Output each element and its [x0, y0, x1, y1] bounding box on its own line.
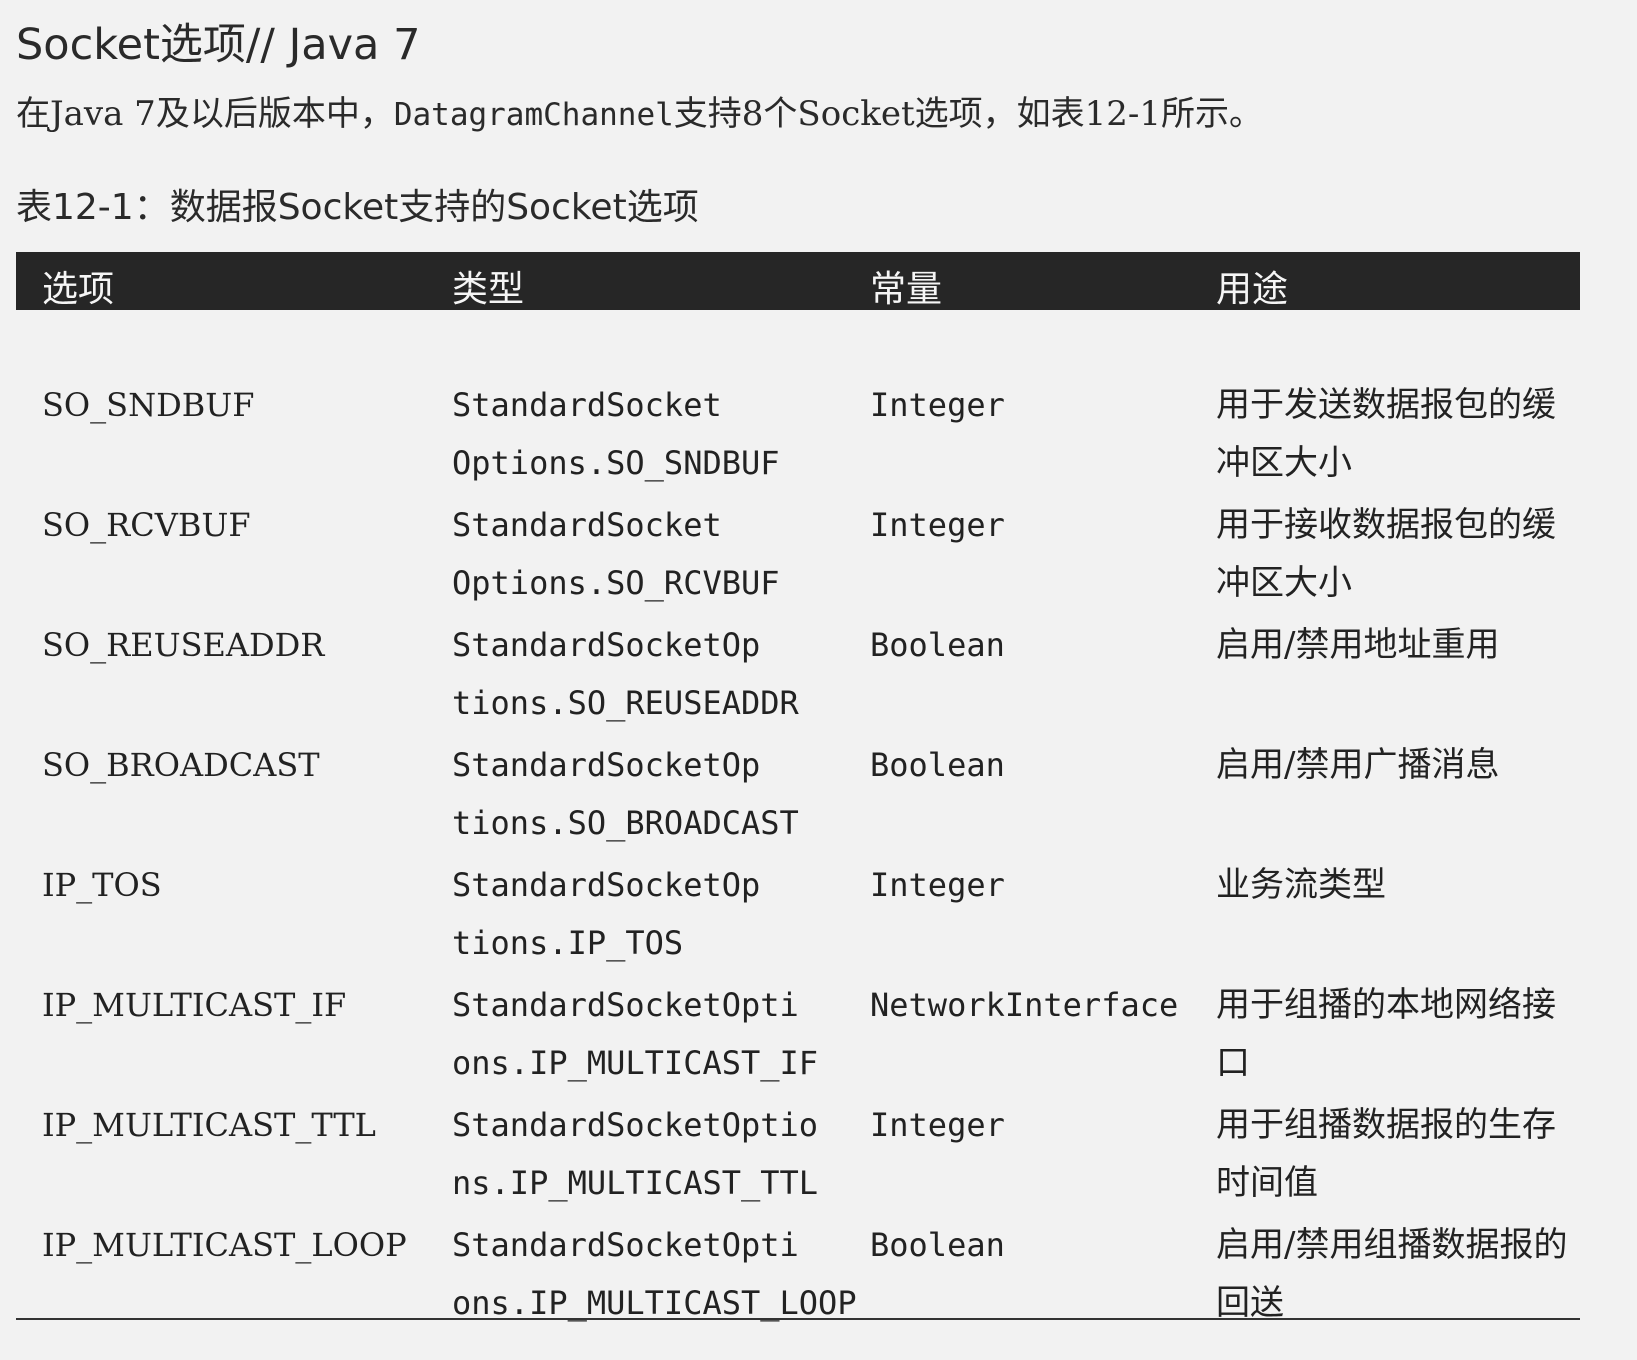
cell-option: SO_SNDBUF [42, 386, 255, 424]
cell-usage: 启用/禁用地址重用 [1216, 625, 1500, 665]
cell-type: StandardSocketOp tions.IP_TOS [452, 866, 761, 962]
cell-usage: 用于组播的本地网络接口 [1216, 985, 1556, 1083]
cell-constant: Boolean [870, 626, 1005, 664]
cell-type: StandardSocket Options.SO_SNDBUF [452, 386, 780, 482]
table-row: IP_MULTICAST_TTL StandardSocketOptio ns.I… [16, 1096, 1580, 1221]
cell-option: IP_MULTICAST_LOOP [42, 1226, 407, 1264]
section-heading: Socket选项// Java 7 [16, 20, 421, 70]
socket-options-table: 选项 类型 常量 用途 SO_SNDBUF StandardSocket Opti… [16, 252, 1580, 1323]
cell-usage: 用于发送数据报包的缓冲区大小 [1216, 385, 1556, 483]
cell-constant: Integer [870, 386, 1005, 424]
table-bottom-rule [16, 1318, 1580, 1320]
cell-option: SO_REUSEADDR [42, 626, 325, 664]
table-row: IP_MULTICAST_IF StandardSocketOpti ons.IP… [16, 976, 1580, 1101]
cell-option: SO_RCVBUF [42, 506, 251, 544]
cell-type: StandardSocketOpti ons.IP_MULTICAST_IF [452, 986, 819, 1082]
cell-type: StandardSocket Options.SO_RCVBUF [452, 506, 780, 602]
intro-text-after: 支持8个Socket选项，如表12-1所示。 [673, 94, 1264, 134]
table-row: IP_MULTICAST_LOOP StandardSocketOpti ons.… [16, 1216, 1580, 1341]
table-header: 选项 类型 常量 用途 [16, 252, 1580, 310]
table-row: IP_TOS StandardSocketOp tions.IP_TOS Inte… [16, 856, 1580, 981]
cell-constant: Boolean [870, 1226, 1005, 1264]
cell-option: SO_BROADCAST [42, 746, 320, 784]
cell-usage: 用于组播数据报的生存时间值 [1216, 1105, 1556, 1203]
table-row: SO_SNDBUF StandardSocket Options.SO_SNDBU… [16, 376, 1580, 501]
cell-constant: Boolean [870, 746, 1005, 784]
table-row: SO_REUSEADDR StandardSocketOp tions.SO_RE… [16, 616, 1580, 741]
cell-usage: 业务流类型 [1216, 865, 1386, 905]
intro-text-before: 在Java 7及以后版本中， [16, 94, 394, 134]
cell-option: IP_MULTICAST_TTL [42, 1106, 376, 1144]
cell-usage: 启用/禁用组播数据报的回送 [1216, 1225, 1568, 1323]
cell-type: StandardSocketOpti ons.IP_MULTICAST_LOOP [452, 1226, 857, 1322]
table-row: SO_BROADCAST StandardSocketOp tions.SO_BR… [16, 736, 1580, 861]
book-page: Socket选项// Java 7 在Java 7及以后版本中，Datagram… [0, 0, 1637, 1360]
intro-code: DatagramChannel [393, 97, 674, 133]
cell-constant: Integer [870, 1106, 1005, 1144]
cell-constant: NetworkInterface [870, 986, 1179, 1024]
table-caption: 表12-1：数据报Socket支持的Socket选项 [16, 187, 699, 228]
header-constant: 常量 [870, 269, 943, 310]
cell-constant: Integer [870, 506, 1005, 544]
cell-type: StandardSocketOp tions.SO_BROADCAST [452, 746, 799, 842]
cell-usage: 用于接收数据报包的缓冲区大小 [1216, 505, 1556, 603]
cell-constant: Integer [870, 866, 1005, 904]
intro-paragraph: 在Java 7及以后版本中，DatagramChannel支持8个Socket选… [16, 86, 1263, 135]
header-type: 类型 [452, 269, 525, 310]
cell-type: StandardSocketOp tions.SO_REUSEADDR [452, 626, 799, 722]
table-row: SO_RCVBUF StandardSocket Options.SO_RCVBU… [16, 496, 1580, 621]
header-option: 选项 [42, 269, 115, 310]
cell-usage: 启用/禁用广播消息 [1216, 745, 1500, 785]
cell-option: IP_TOS [42, 866, 162, 904]
cell-type: StandardSocketOptio ns.IP_MULTICAST_TTL [452, 1106, 819, 1202]
cell-option: IP_MULTICAST_IF [42, 986, 347, 1024]
header-usage: 用途 [1216, 269, 1289, 310]
